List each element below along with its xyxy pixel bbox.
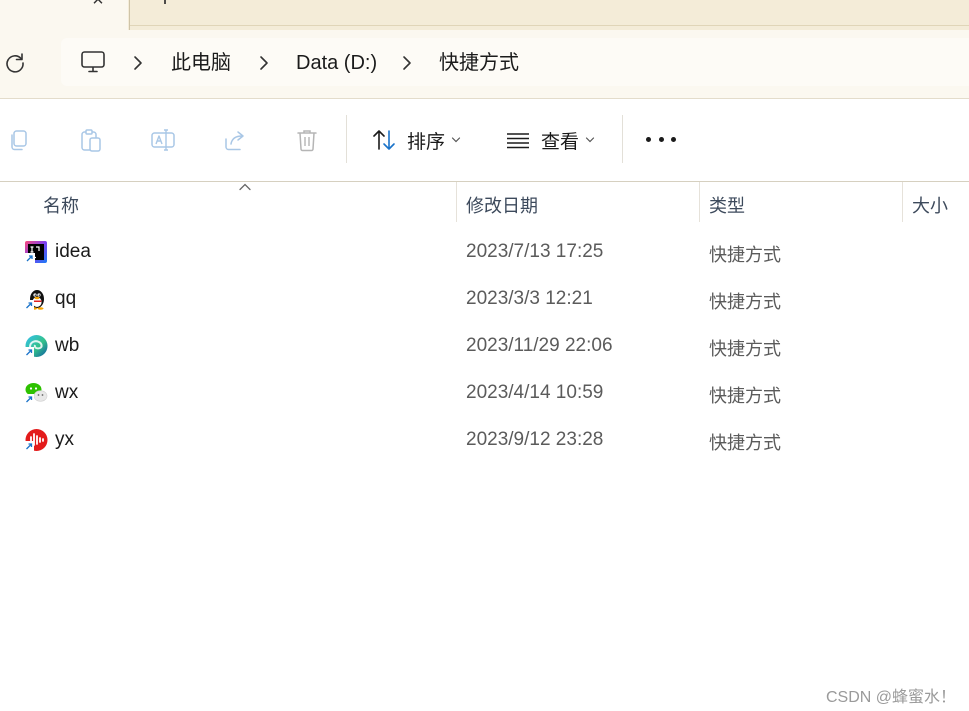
tab-strip: × + xyxy=(0,0,969,30)
view-button[interactable]: 查看 xyxy=(505,123,595,157)
file-name: idea xyxy=(55,241,91,262)
sort-label: 排序 xyxy=(407,131,446,153)
share-icon[interactable] xyxy=(222,127,248,153)
chevron-down-icon xyxy=(451,137,461,143)
netease-music-icon xyxy=(25,429,48,451)
toolbar-separator xyxy=(622,115,623,163)
file-row-qq[interactable]: qq 2023/3/3 12:21 快捷方式 xyxy=(0,276,969,322)
view-list-icon xyxy=(507,133,529,149)
file-date: 2023/3/3 12:21 xyxy=(466,288,593,309)
column-divider[interactable] xyxy=(456,182,457,222)
file-type: 快捷方式 xyxy=(709,292,781,312)
edge-browser-icon xyxy=(25,335,48,357)
address-bar[interactable]: 此电脑 Data (D:) 快捷方式 xyxy=(61,38,969,86)
refresh-icon[interactable] xyxy=(2,50,28,76)
tab-strip-border xyxy=(130,25,969,26)
file-type: 快捷方式 xyxy=(709,433,781,453)
rename-icon[interactable] xyxy=(150,127,176,153)
file-name: wb xyxy=(55,335,80,356)
wechat-icon xyxy=(25,383,48,404)
file-type: 快捷方式 xyxy=(709,386,781,406)
sort-ascending-icon xyxy=(239,183,251,191)
chevron-right-icon[interactable] xyxy=(400,55,414,71)
file-type: 快捷方式 xyxy=(709,339,781,359)
breadcrumb-data-drive[interactable]: Data (D:) xyxy=(296,52,377,74)
breadcrumb-shortcuts[interactable]: 快捷方式 xyxy=(439,52,519,74)
file-name: wx xyxy=(55,382,79,403)
view-label: 查看 xyxy=(541,131,580,153)
delete-icon[interactable] xyxy=(294,127,320,153)
breadcrumb-this-pc[interactable]: 此电脑 xyxy=(171,52,231,74)
file-row-wx[interactable]: wx 2023/4/14 10:59 快捷方式 xyxy=(0,370,969,416)
file-date: 2023/11/29 22:06 xyxy=(466,335,613,356)
file-name: qq xyxy=(55,288,77,309)
qq-penguin-icon xyxy=(25,290,44,310)
file-date: 2023/9/12 23:28 xyxy=(466,429,604,450)
file-date: 2023/4/14 10:59 xyxy=(466,382,604,403)
column-divider[interactable] xyxy=(699,182,700,222)
file-row-idea[interactable]: idea 2023/7/13 17:25 快捷方式 xyxy=(0,229,969,275)
file-row-wb[interactable]: wb 2023/11/29 22:06 快捷方式 xyxy=(0,323,969,369)
file-row-yx[interactable]: yx 2023/9/12 23:28 快捷方式 xyxy=(0,417,969,463)
this-pc-icon[interactable] xyxy=(80,50,106,74)
copy-icon[interactable] xyxy=(6,127,32,153)
paste-icon[interactable] xyxy=(78,127,104,153)
file-date: 2023/7/13 17:25 xyxy=(466,241,604,262)
more-options-icon[interactable] xyxy=(646,133,676,145)
column-date-modified[interactable]: 修改日期 xyxy=(466,192,538,218)
command-bar: 排序 查看 xyxy=(0,99,969,182)
watermark: CSDN @蜂蜜水！ xyxy=(826,689,957,706)
sort-icon xyxy=(373,130,395,150)
file-name: yx xyxy=(55,429,74,450)
chevron-down-icon xyxy=(585,137,595,143)
column-header: 名称 修改日期 类型 大小 xyxy=(0,182,969,224)
column-name[interactable]: 名称 xyxy=(43,192,79,218)
chevron-right-icon[interactable] xyxy=(257,55,271,71)
tab-close-icon[interactable]: × xyxy=(88,0,108,10)
toolbar-separator xyxy=(346,115,347,163)
column-size[interactable]: 大小 xyxy=(912,192,948,218)
column-divider[interactable] xyxy=(902,182,903,222)
chevron-right-icon[interactable] xyxy=(131,55,145,71)
tab-active[interactable] xyxy=(0,0,128,30)
column-type[interactable]: 类型 xyxy=(709,192,745,218)
new-tab-icon[interactable]: + xyxy=(154,0,176,11)
file-type: 快捷方式 xyxy=(709,245,781,265)
intellij-idea-icon xyxy=(25,241,47,263)
sort-button[interactable]: 排序 xyxy=(371,123,461,157)
navigation-bar: 此电脑 Data (D:) 快捷方式 xyxy=(0,30,969,99)
